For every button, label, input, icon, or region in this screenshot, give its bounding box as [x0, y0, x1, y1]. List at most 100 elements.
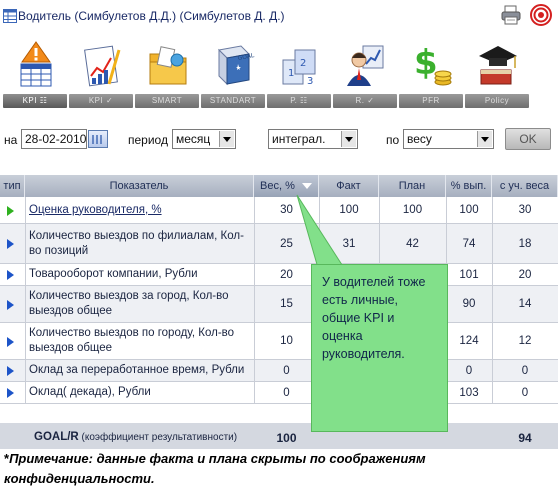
indicator-name: Оклад( декада), Рубли [29, 386, 151, 398]
weight-total: 100 [276, 431, 297, 445]
column-header-weighted[interactable]: с уч. веса [492, 175, 558, 197]
chevron-down-icon [219, 131, 234, 147]
ok-button[interactable]: OK [505, 128, 551, 150]
table-row[interactable]: Товарооборот компании, Рубли 20 101 20 [0, 264, 558, 286]
toolbar-label: STANDART [201, 94, 265, 108]
date-input[interactable]: 28-02-2010 [21, 129, 87, 149]
callout-note: У водителей тоже есть личные, общие KPI … [311, 264, 448, 432]
printer-icon[interactable] [500, 4, 522, 26]
svg-text:$: $ [414, 43, 438, 83]
by-label: по [386, 133, 400, 147]
goal-r-label: GOAL/R (коэффициент результативности) [34, 431, 237, 443]
column-header-weight[interactable]: Вес, % [254, 175, 319, 197]
column-header-indicator[interactable]: Показатель [25, 175, 254, 197]
table-row[interactable]: Количество выездов за город, Кол-во выез… [0, 286, 558, 323]
play-blue-icon[interactable] [7, 388, 14, 398]
cell-fact: 100 [339, 204, 359, 216]
toolbar-button-smart[interactable]: SMART [134, 34, 200, 110]
target-icon[interactable] [530, 4, 552, 26]
toolbar-button-pfr[interactable]: $ PFR [398, 34, 464, 110]
cell-pct: 90 [462, 298, 476, 310]
cell-weighted: 0 [521, 386, 529, 399]
cell-weighted: 20 [518, 268, 532, 281]
cell-pct: 101 [459, 268, 479, 281]
confidentiality-note: *Примечание: данные факта и плана скрыты… [4, 449, 552, 489]
by-select[interactable]: весу [403, 129, 494, 149]
table-row[interactable]: Оклад за переработанное время, Рубли 0 0 0 [0, 360, 558, 382]
date-label: на [4, 133, 18, 147]
svg-text:2: 2 [300, 58, 306, 69]
cell-weight: 25 [280, 237, 293, 250]
period-label: период [128, 133, 168, 147]
title-bar: Водитель (Симбулетов Д.Д.) (Симбулетов Д… [0, 0, 558, 34]
table-row[interactable]: Оценка руководителя, % 30 100 100 100 30 [0, 197, 558, 224]
indicator-name: Товарооборот компании, Рубли [29, 268, 198, 280]
toolbar-button-policy[interactable]: Policy [464, 34, 530, 110]
cell-weighted: 30 [518, 204, 532, 216]
column-header-fact[interactable]: Факт [319, 175, 379, 197]
table-row[interactable]: Оклад( декада), Рубли 0 103 0 [0, 382, 558, 404]
cell-fact: 31 [342, 237, 356, 250]
period-select-value: месяц [176, 132, 211, 146]
toolbar-label: PFR [399, 94, 463, 108]
column-header-type[interactable]: тип [0, 175, 25, 197]
play-blue-icon[interactable] [7, 299, 14, 310]
column-header-weight-label: Вес, % [260, 180, 295, 192]
toolbar-button-r-list[interactable]: 1 2 3 Р. ☷ [266, 34, 332, 110]
table-footer-row: GOAL/R (коэффициент результативности) 10… [0, 423, 558, 449]
kpi-table: тип Показатель Вес, % Факт План % вып. с… [0, 175, 558, 449]
toolbar-button-r-chart[interactable]: R. ✓ [332, 34, 398, 110]
table-row[interactable]: Количество выездов по городу, Кол-во вые… [0, 323, 558, 360]
mode-select[interactable]: интеграл. [268, 129, 358, 149]
cell-weight: 20 [280, 268, 293, 281]
column-header-pct[interactable]: % вып. [446, 175, 492, 197]
svg-text:1: 1 [288, 68, 294, 79]
svg-text:3: 3 [307, 76, 313, 87]
smart-folder-icon [149, 46, 187, 85]
column-divider [25, 197, 26, 404]
window-title: Водитель (Симбулетов Д.Д.) (Симбулетов Д… [18, 9, 285, 23]
play-green-icon[interactable] [7, 205, 14, 216]
chevron-down-icon [341, 131, 356, 147]
indicator-name: Количество выездов по филиалам, Кол-во п… [29, 229, 244, 257]
money-icon: $ [414, 43, 452, 86]
toolbar-button-standart[interactable]: GOAL STANDART [200, 34, 266, 110]
toolbar-label: Р. ☷ [267, 94, 331, 108]
goal-r-title: GOAL/R [34, 431, 79, 443]
toolbar-button-kpi-chart[interactable]: KPI ✓ [68, 34, 134, 110]
r-cards-icon: 1 2 3 [282, 49, 316, 87]
by-select-value: весу [407, 132, 432, 146]
period-select[interactable]: месяц [172, 129, 236, 149]
indicator-name: Количество выездов за город, Кол-во выез… [29, 290, 229, 317]
cell-weight: 15 [280, 298, 293, 310]
column-divider [254, 197, 255, 404]
cell-weighted: 18 [518, 237, 532, 250]
toolbar-button-kpi-list[interactable]: KPI ☷ [2, 34, 68, 110]
person-icon [347, 45, 384, 86]
cell-plan: 42 [406, 237, 419, 250]
cell-weight: 10 [280, 335, 293, 347]
play-blue-icon[interactable] [7, 270, 14, 280]
sort-desc-icon [301, 183, 312, 190]
table-row[interactable]: Количество выездов по филиалам, Кол-во п… [0, 224, 558, 264]
cell-weight: 0 [283, 364, 290, 377]
calendar-icon[interactable] [88, 130, 108, 148]
note-text: Примечание: данные факта и плана скрыты … [4, 451, 426, 486]
indicator-link[interactable]: Оценка руководителя, % [25, 197, 254, 223]
cell-weight: 0 [283, 386, 290, 399]
indicator-name: Количество выездов по городу, Кол-во вые… [29, 327, 235, 354]
table-icon [3, 9, 17, 23]
play-blue-icon[interactable] [7, 336, 14, 347]
kpi-icon [20, 41, 52, 87]
cell-weighted: 12 [518, 335, 532, 347]
play-blue-icon[interactable] [7, 239, 14, 249]
toolbar-label: KPI ☷ [3, 94, 67, 108]
cell-weighted: 14 [518, 298, 532, 310]
play-blue-icon[interactable] [7, 366, 14, 376]
kpi-chart-icon [84, 45, 121, 87]
column-header-plan[interactable]: План [379, 175, 446, 197]
cell-pct: 124 [459, 335, 479, 347]
cell-pct: 103 [459, 386, 479, 399]
mode-select-value: интеграл. [272, 132, 326, 146]
indicator-name: Оклад за переработанное время, Рубли [29, 364, 245, 376]
